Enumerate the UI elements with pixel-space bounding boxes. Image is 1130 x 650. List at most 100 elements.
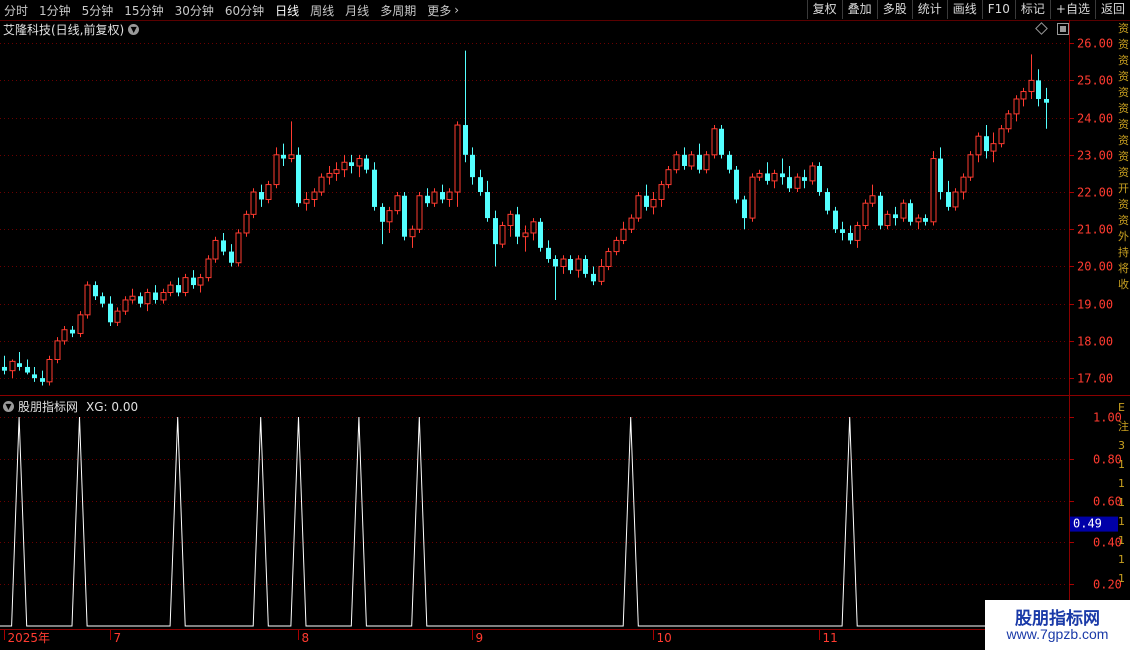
candle-body-up [122,299,129,312]
candle-body-up [1028,79,1035,93]
candle-body-down [364,158,369,170]
info-char: 1 [1118,477,1125,490]
info-char: 资 [1118,86,1129,99]
candle-body-down [176,285,181,293]
candle-body-up [809,165,816,182]
info-char: 开 [1118,182,1129,195]
stock-title: 艾隆科技(日线,前复权) [3,23,125,37]
candle-body-up [749,176,756,219]
indicator-title: ▼ 股朋指标网 XG: 0.00 [3,398,138,415]
price-tick-label: 24.00 [1077,112,1113,126]
info-char: E [1118,401,1125,414]
date-tick-label: 10 [657,631,672,645]
candle-body-down [70,329,75,334]
candle-body-up [952,191,959,208]
candle-body-up [416,195,423,230]
candle-body-up [167,284,174,294]
candle-body-up [129,295,136,301]
candle-body-down [840,229,845,233]
candle-body-up [869,195,876,204]
candle-body-up [975,135,982,156]
candle-body-up [205,258,212,279]
candle-body-up [673,154,680,171]
candle-body-up [1013,98,1020,115]
date-tick-label: 9 [476,631,484,645]
candle-body-up [499,225,506,245]
info-char: 资 [1118,22,1129,35]
info-char: 资 [1118,150,1129,163]
candle-body-up [326,172,333,178]
candle-body-down [568,259,573,271]
candle-body-up [288,154,295,160]
right-info-strip-lower: E注 3 1 1 1 1 1 1 1 [1118,398,1130,598]
indicator-value-label: XG: 0.00 [86,399,139,414]
candle-body-up [990,143,997,152]
info-char: 资 [1118,166,1129,179]
price-tick-label: 25.00 [1077,74,1113,88]
candle-body-up [998,128,1005,145]
candle-body-up [77,314,84,334]
candle-body-up [303,198,310,204]
candle-body-up [794,176,801,189]
candle-body-up [530,221,537,234]
candle-body-down [138,296,143,304]
candle-body-up [1020,91,1027,100]
candle-body-up [915,217,922,223]
chevron-down-icon[interactable]: ▼ [128,24,140,35]
price-tick-label: 18.00 [1077,335,1113,349]
price-tick-label: 21.00 [1077,223,1113,237]
info-char: 1 [1118,553,1125,566]
candle-body-down [984,136,989,152]
candle-body-up [9,360,16,372]
info-char: 1 [1118,496,1125,509]
candle-body-up [884,213,891,227]
candle-body-up [628,217,635,230]
candle-body-up [182,277,189,294]
kline-chart[interactable]: 26.00 25.00 24.00 23.00 22.00 21.00 20.00 19.00… [0,0,1130,650]
info-char: 持 [1118,246,1129,259]
candle-body-down [515,214,520,237]
candle-body-down [1044,98,1049,103]
candle-body-up [771,172,778,182]
candle-body-down [93,285,98,297]
info-char: 3 [1118,439,1125,452]
candle-body-up [560,258,567,267]
info-char: 1 [1118,572,1125,585]
chevron-down-icon[interactable]: ▼ [3,401,14,412]
window-icon[interactable] [1057,23,1069,35]
candle-body-down [719,128,724,155]
candle-body-down [493,218,498,245]
price-tick-label: 26.00 [1077,37,1113,51]
candle-body-down [440,192,445,200]
candle-body-down [878,195,883,226]
chart-title: 艾隆科技(日线,前复权) ▼ [3,21,140,38]
candle-body-up [960,176,967,193]
candle-body-down [229,251,234,263]
candle-body-up [613,239,620,253]
candle-body-up [84,284,91,316]
candle-body-up [756,172,763,178]
info-char: 资 [1118,118,1129,131]
candle-body-up [711,128,718,156]
candle-body-up [61,329,68,342]
price-tick-label: 23.00 [1077,149,1113,163]
date-tick-label: 2025年 [8,631,51,645]
candle-body-up [1005,113,1012,130]
candle-body-down [765,173,770,181]
candle-body-down [923,218,928,222]
info-char: 资 [1118,214,1129,227]
candle-body-up [900,202,907,219]
candle-body-up [386,210,393,223]
info-char: 1 [1118,458,1125,471]
info-char: 注 [1118,420,1129,433]
candle-body-down [908,203,913,222]
candle-body-down [644,195,649,207]
candle-body-down [893,214,898,219]
price-tick-label: 17.00 [1077,372,1113,386]
candle-body-down [848,232,853,241]
candle-body-down [372,169,377,207]
candle-body-down [32,374,37,379]
price-tick-label: 22.00 [1077,186,1113,200]
candle-body-up [273,154,280,186]
candle-body-up [114,310,121,323]
